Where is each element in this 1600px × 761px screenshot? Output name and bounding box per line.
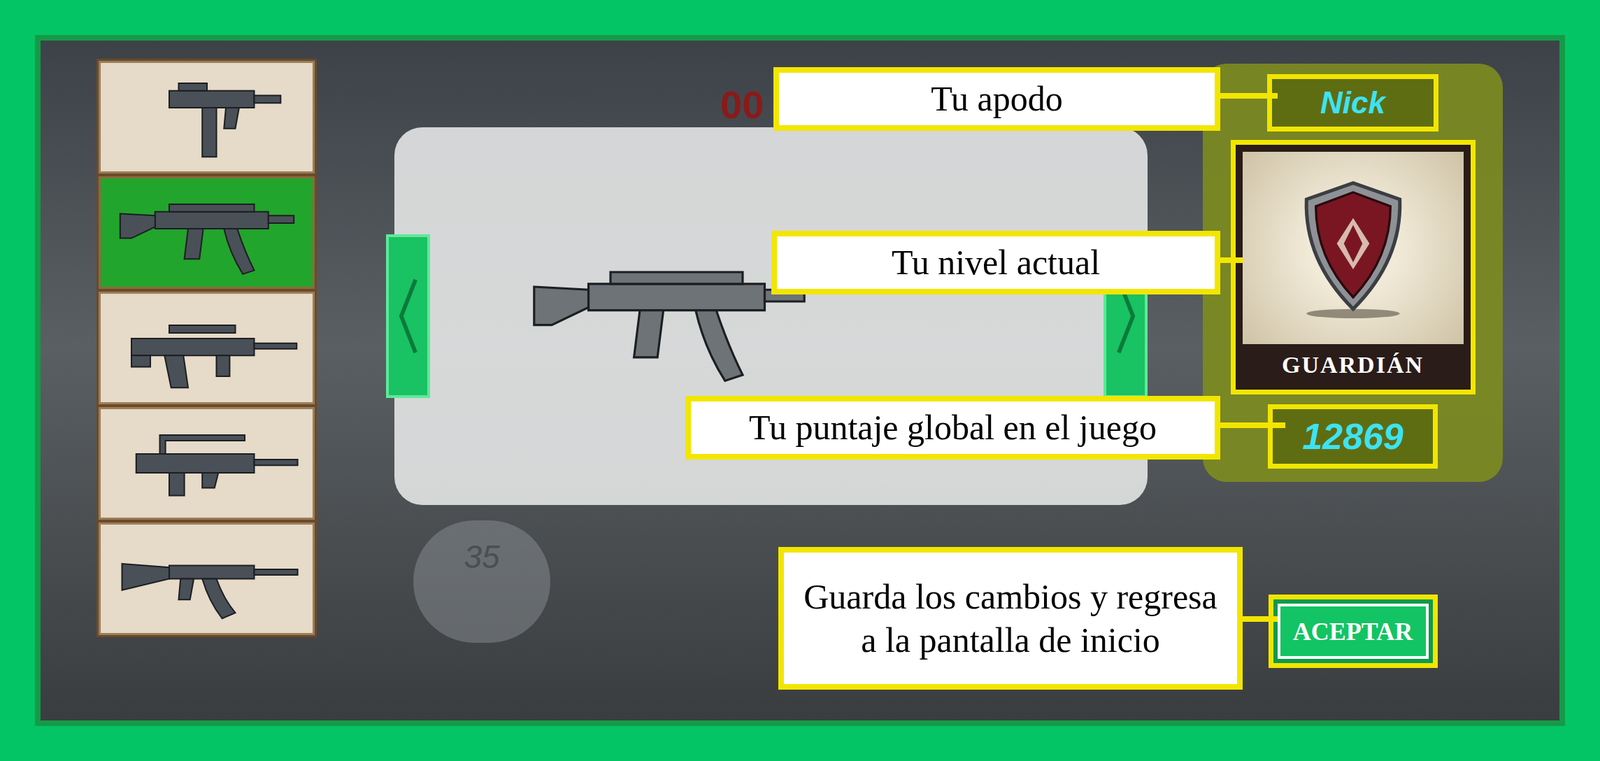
shield-icon xyxy=(1293,178,1413,319)
callout-text: Tu apodo xyxy=(930,76,1063,121)
nickname-text: Nick xyxy=(1320,79,1386,126)
weapon-slot[interactable] xyxy=(98,406,315,520)
level-callout: Tu nivel actual xyxy=(771,230,1221,295)
accept-button-frame: ACEPTAR xyxy=(1268,594,1438,668)
chevron-left-icon xyxy=(396,274,421,359)
timer-text: 00 xyxy=(720,75,764,135)
profile-panel: Nick GUARDIÁN 12869 xyxy=(1202,63,1503,482)
callout-text: Tu nivel actual xyxy=(891,240,1100,285)
weapon-icon xyxy=(112,185,302,280)
level-badge: GUARDIÁN xyxy=(1230,139,1476,395)
weapon-list xyxy=(96,58,317,638)
accept-button[interactable]: ACEPTAR xyxy=(1277,603,1429,659)
previous-weapon-button[interactable] xyxy=(386,234,431,398)
nickname-field: Nick xyxy=(1267,74,1439,132)
game-screen: Nick GUARDIÁN 12869 ACEPTAR 00 35 Tu apodo Tu n… xyxy=(0,0,1600,761)
weapon-icon xyxy=(112,531,302,626)
ammo-text: 35 xyxy=(463,532,500,582)
level-badge-art xyxy=(1242,151,1464,345)
score-callout: Tu puntaje global en el juego xyxy=(685,395,1221,460)
score-field: 12869 xyxy=(1267,404,1438,469)
nickname-callout: Tu apodo xyxy=(773,67,1221,131)
nickname-connector xyxy=(1220,93,1278,99)
weapon-icon xyxy=(112,300,302,396)
level-name: GUARDIÁN xyxy=(1281,346,1424,383)
score-text: 12869 xyxy=(1302,409,1404,464)
level-name-strip: GUARDIÁN xyxy=(1242,344,1464,383)
weapon-slot[interactable] xyxy=(98,291,315,405)
weapon-icon xyxy=(112,416,302,511)
callout-text: Tu puntaje global en el juego xyxy=(748,405,1157,450)
level-connector xyxy=(1220,257,1243,263)
accept-button-label: ACEPTAR xyxy=(1293,612,1413,651)
weapon-icon xyxy=(112,69,302,165)
callout-text: Guarda los cambios y regresa a la pantal… xyxy=(800,574,1221,663)
ammo-counter: 35 xyxy=(413,520,551,643)
weapon-slot[interactable] xyxy=(98,60,315,174)
accept-connector xyxy=(1242,616,1278,622)
weapon-slot[interactable] xyxy=(98,176,315,289)
weapon-slot[interactable] xyxy=(98,522,315,635)
score-connector xyxy=(1220,422,1286,428)
accept-callout: Guarda los cambios y regresa a la pantal… xyxy=(778,546,1243,690)
